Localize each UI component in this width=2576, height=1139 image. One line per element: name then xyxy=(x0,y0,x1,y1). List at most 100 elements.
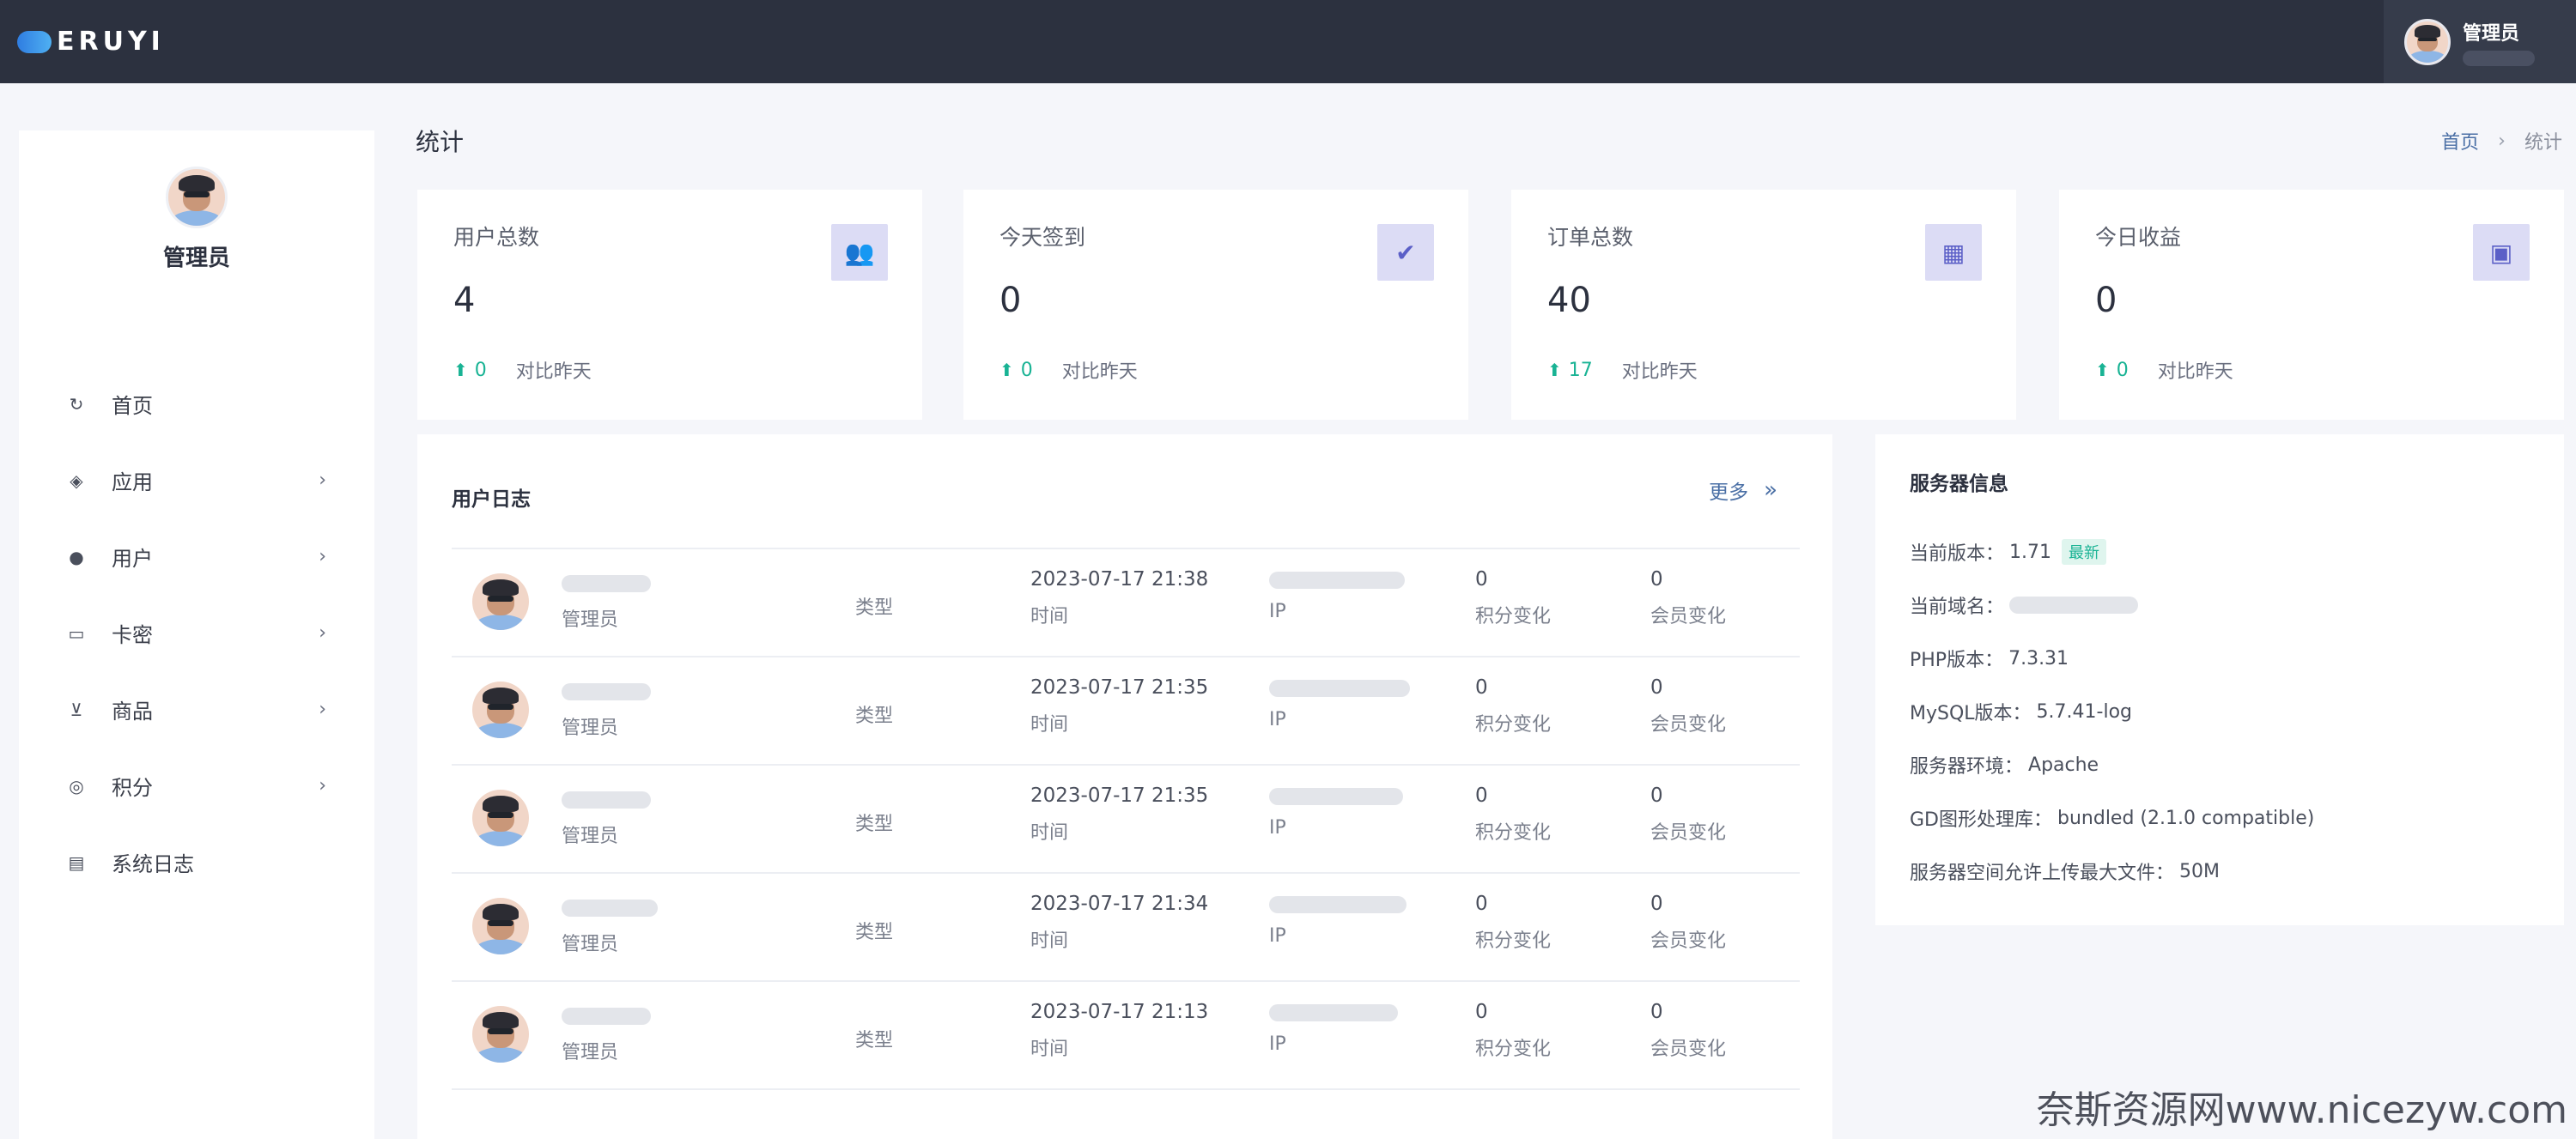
member-change: 0 xyxy=(1650,1001,1663,1023)
ip-label: IP xyxy=(1269,1033,1286,1055)
log-time: 2023-07-17 21:13 xyxy=(1030,1001,1209,1023)
cart-icon: ⊻ xyxy=(70,699,83,720)
mysql-value: 5.7.41-log xyxy=(2036,700,2132,723)
log-time: 2023-07-17 21:35 xyxy=(1030,785,1209,807)
avatar xyxy=(472,682,529,738)
sidebar-item-label: 商品 xyxy=(112,700,153,724)
top-bar: ERUYI 管理员 xyxy=(0,0,2576,83)
sidebar-item-label: 系统日志 xyxy=(112,852,194,876)
table-row[interactable]: 管理员 类型 2023-07-17 21:13 时间 IP 0 积分变化 0 会员变化 xyxy=(452,982,1800,1090)
user-subtitle-redacted xyxy=(2463,50,2535,66)
money-icon: ▣ xyxy=(2473,224,2530,281)
log-icon: ▤ xyxy=(68,851,85,873)
breadcrumb: 首页 › 统计 xyxy=(2441,127,2562,154)
version-value: 1.71 xyxy=(2009,541,2051,563)
env-value: Apache xyxy=(2028,754,2099,776)
table-row[interactable]: 管理员 类型 2023-07-17 21:35 时间 IP 0 积分变化 0 会员变化 xyxy=(452,766,1800,874)
more-label: 更多 xyxy=(1709,482,1749,504)
stat-value: 0 xyxy=(999,281,1022,320)
table-row[interactable]: 管理员 类型 2023-07-17 21:35 时间 IP 0 积分变化 0 会员变化 xyxy=(452,657,1800,766)
server-info-card: 服务器信息 当前版本： 1.71 最新 当前域名： PHP版本： 7.3.31 … xyxy=(1875,434,2564,925)
refresh-icon: ↻ xyxy=(69,393,84,415)
more-link[interactable]: 更多 » xyxy=(1709,476,1777,505)
chevron-right-icon: › xyxy=(319,546,326,567)
log-type: 类型 xyxy=(855,814,894,835)
ip-redacted xyxy=(1269,571,1405,589)
avatar[interactable] xyxy=(166,167,228,228)
stat-change: 17 xyxy=(1568,359,1593,381)
username-redacted xyxy=(562,899,658,917)
sidebar-item-points[interactable]: ◎ 积分 › xyxy=(19,748,374,824)
user-log-table: 管理员 类型 2023-07-17 21:38 时间 IP 0 积分变化 0 会员变化… xyxy=(452,548,1800,1090)
sidebar-item-home[interactable]: ↻ 首页 xyxy=(19,366,374,442)
php-value: 7.3.31 xyxy=(2008,647,2069,669)
member-change: 0 xyxy=(1650,785,1663,807)
ip-label: IP xyxy=(1269,601,1286,622)
score-label: 积分变化 xyxy=(1475,714,1552,736)
user-check-icon: ✔ xyxy=(1377,224,1434,281)
log-type: 类型 xyxy=(855,922,894,943)
username-redacted xyxy=(562,1007,651,1025)
table-row[interactable]: 管理员 类型 2023-07-17 21:34 时间 IP 0 积分变化 0 会员变化 xyxy=(452,874,1800,982)
user-role: 管理员 xyxy=(562,718,619,739)
ip-redacted xyxy=(1269,895,1406,913)
member-label: 会员变化 xyxy=(1650,606,1727,627)
sidebar-item-system-log[interactable]: ▤ 系统日志 xyxy=(19,824,374,900)
double-chevron-right-icon: » xyxy=(1764,477,1777,503)
ip-label: IP xyxy=(1269,925,1286,947)
stat-value: 4 xyxy=(453,281,476,320)
score-change: 0 xyxy=(1475,1001,1488,1023)
user-icon: ● xyxy=(69,546,84,567)
server-info-title: 服务器信息 xyxy=(1910,473,2008,495)
server-domain-row: 当前域名： xyxy=(1910,579,2314,632)
arrow-up-icon: ⬆ xyxy=(2095,360,2110,380)
score-change: 0 xyxy=(1475,568,1488,591)
time-label: 时间 xyxy=(1030,606,1069,627)
logo[interactable]: ERUYI xyxy=(17,27,165,57)
server-gd-row: GD图形处理库： bundled (2.1.0 compatible) xyxy=(1910,791,2314,845)
server-upload-row: 服务器空间允许上传最大文件： 50M xyxy=(1910,845,2314,898)
member-change: 0 xyxy=(1650,893,1663,915)
stat-card-today-revenue: 今日收益 ▣ 0 ⬆ 0 对比昨天 xyxy=(2059,190,2564,420)
stat-compare-label: 对比昨天 xyxy=(1621,361,1698,383)
sidebar-item-products[interactable]: ⊻ 商品 › xyxy=(19,671,374,748)
server-info-list: 当前版本： 1.71 最新 当前域名： PHP版本： 7.3.31 MySQL版… xyxy=(1910,525,2314,898)
sidebar-item-users[interactable]: ● 用户 › xyxy=(19,518,374,595)
gd-value: bundled (2.1.0 compatible) xyxy=(2057,807,2315,829)
table-row[interactable]: 管理员 类型 2023-07-17 21:38 时间 IP 0 积分变化 0 会员变化 xyxy=(452,549,1800,657)
log-time: 2023-07-17 21:38 xyxy=(1030,568,1209,591)
member-label: 会员变化 xyxy=(1650,930,1727,952)
chevron-right-icon: › xyxy=(2498,130,2506,152)
stat-card-total-orders: 订单总数 ▦ 40 ⬆ 17 对比昨天 xyxy=(1511,190,2016,420)
sidebar-item-cards[interactable]: ▭ 卡密 › xyxy=(19,595,374,671)
breadcrumb-home-link[interactable]: 首页 xyxy=(2441,127,2479,154)
score-change: 0 xyxy=(1475,893,1488,915)
arrow-up-icon: ⬆ xyxy=(1547,360,1562,380)
time-label: 时间 xyxy=(1030,822,1069,844)
stat-card-today-checkin: 今天签到 ✔ 0 ⬆ 0 对比昨天 xyxy=(963,190,1468,420)
php-label: PHP版本： xyxy=(1910,650,2004,671)
avatar[interactable] xyxy=(2404,18,2451,65)
log-time: 2023-07-17 21:34 xyxy=(1030,893,1209,915)
upload-value: 50M xyxy=(2179,860,2220,882)
ip-label: IP xyxy=(1269,817,1286,839)
cube-icon: ◈ xyxy=(70,470,83,491)
score-label: 积分变化 xyxy=(1475,822,1552,844)
sidebar-item-apps[interactable]: ◈ 应用 › xyxy=(19,442,374,518)
arrow-up-icon: ⬆ xyxy=(453,360,468,380)
stat-value: 40 xyxy=(1547,281,1591,320)
avatar xyxy=(472,898,529,954)
member-label: 会员变化 xyxy=(1650,714,1727,736)
user-menu[interactable]: 管理员 xyxy=(2384,0,2576,83)
score-label: 积分变化 xyxy=(1475,1039,1552,1060)
avatar xyxy=(472,573,529,630)
sidebar-menu: ↻ 首页 ◈ 应用 › ● 用户 › ▭ 卡密 › ⊻ 商品 › ◎ 积分 › xyxy=(19,366,374,900)
log-time: 2023-07-17 21:35 xyxy=(1030,676,1209,699)
user-role: 管理员 xyxy=(562,1042,619,1063)
users-icon: 👥 xyxy=(831,224,888,281)
stat-title: 订单总数 xyxy=(1547,225,1634,250)
time-label: 时间 xyxy=(1030,930,1069,952)
status-badge: 最新 xyxy=(2062,539,2106,565)
sidebar-item-label: 积分 xyxy=(112,776,153,800)
stat-compare-label: 对比昨天 xyxy=(1061,361,1138,383)
